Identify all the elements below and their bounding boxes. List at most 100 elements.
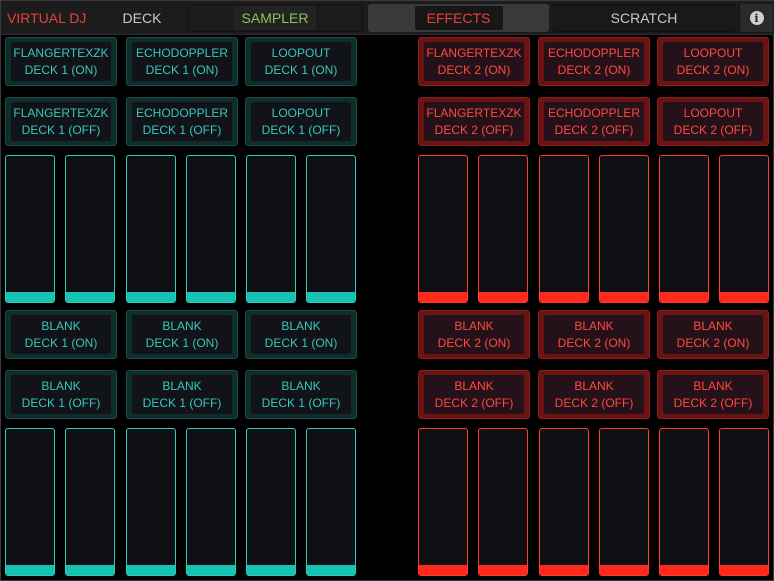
slider-fill [247, 291, 295, 302]
effect-button[interactable]: FLANGERTEXZK DECK 2 (OFF) [418, 97, 530, 146]
effects-page: VIRTUAL DJ DECK SAMPLER EFFECTS SCRATCH … [0, 0, 774, 581]
effect-name: FLANGERTEXZK [13, 105, 109, 120]
effect-slider[interactable] [186, 428, 236, 576]
tab-deck[interactable]: DECK [101, 4, 183, 32]
effect-button[interactable]: BLANK DECK 2 (OFF) [418, 370, 530, 419]
effect-deck-state: DECK 2 (ON) [557, 62, 631, 77]
effect-button[interactable]: LOOPOUT DECK 2 (OFF) [657, 97, 769, 146]
effect-slider[interactable] [5, 428, 55, 576]
effect-name: BLANK [574, 318, 614, 333]
effect-button[interactable]: BLANK DECK 1 (ON) [5, 310, 117, 359]
effect-slider[interactable] [65, 155, 115, 303]
effect-deck-state: DECK 1 (ON) [264, 335, 338, 350]
effect-name: BLANK [162, 378, 202, 393]
effect-slider[interactable] [65, 428, 115, 576]
effect-name: BLANK [41, 378, 81, 393]
effect-button[interactable]: BLANK DECK 2 (ON) [418, 310, 530, 359]
effect-slider[interactable] [719, 155, 769, 303]
effect-button-face: LOOPOUT DECK 2 (ON) [663, 42, 763, 81]
slider-fill [419, 291, 467, 302]
effect-button-face: BLANK DECK 1 (OFF) [132, 375, 232, 414]
effect-slider[interactable] [539, 155, 589, 303]
effect-button[interactable]: BLANK DECK 1 (OFF) [5, 370, 117, 419]
effect-name: FLANGERTEXZK [13, 45, 109, 60]
tab-scratch[interactable]: SCRATCH [553, 4, 735, 32]
effect-button[interactable]: ECHODOPPLER DECK 1 (ON) [126, 37, 238, 86]
effect-button[interactable]: LOOPOUT DECK 1 (OFF) [245, 97, 357, 146]
effect-slider[interactable] [478, 428, 528, 576]
effect-slider[interactable] [126, 155, 176, 303]
slider-fill [600, 564, 648, 575]
effect-slider[interactable] [719, 428, 769, 576]
effect-button[interactable]: ECHODOPPLER DECK 2 (OFF) [538, 97, 650, 146]
effect-name: LOOPOUT [683, 105, 743, 120]
effect-deck-state: DECK 2 (ON) [676, 62, 750, 77]
effect-name: ECHODOPPLER [547, 45, 641, 60]
effect-deck-state: DECK 1 (ON) [24, 62, 98, 77]
effect-slider[interactable] [659, 155, 709, 303]
effect-button[interactable]: FLANGERTEXZK DECK 1 (OFF) [5, 97, 117, 146]
effect-deck-state: DECK 2 (ON) [437, 62, 511, 77]
slider-fill [307, 564, 355, 575]
slider-fill [419, 564, 467, 575]
effect-name: BLANK [574, 378, 614, 393]
effect-button-face: FLANGERTEXZK DECK 1 (ON) [11, 42, 111, 81]
effect-slider[interactable] [599, 428, 649, 576]
effect-button-face: ECHODOPPLER DECK 2 (ON) [544, 42, 644, 81]
effect-button-face: BLANK DECK 2 (ON) [663, 315, 763, 354]
effect-button[interactable]: BLANK DECK 1 (OFF) [245, 370, 357, 419]
effect-name: BLANK [162, 318, 202, 333]
effect-slider[interactable] [478, 155, 528, 303]
effect-button-face: BLANK DECK 1 (ON) [11, 315, 111, 354]
effect-name: BLANK [693, 318, 733, 333]
effect-button[interactable]: FLANGERTEXZK DECK 1 (ON) [5, 37, 117, 86]
effect-button[interactable]: BLANK DECK 1 (ON) [245, 310, 357, 359]
tab-sampler-label: SAMPLER [234, 6, 316, 30]
effect-deck-state: DECK 1 (OFF) [142, 122, 222, 137]
effect-button[interactable]: FLANGERTEXZK DECK 2 (ON) [418, 37, 530, 86]
slider-fill [6, 291, 54, 302]
slider-fill [720, 291, 768, 302]
info-button[interactable]: i [739, 4, 773, 32]
effect-slider[interactable] [126, 428, 176, 576]
slider-fill [307, 291, 355, 302]
effect-button[interactable]: ECHODOPPLER DECK 1 (OFF) [126, 97, 238, 146]
effect-button[interactable]: LOOPOUT DECK 2 (ON) [657, 37, 769, 86]
effect-button-face: FLANGERTEXZK DECK 2 (OFF) [424, 102, 524, 141]
slider-fill [540, 291, 588, 302]
effect-slider[interactable] [246, 155, 296, 303]
effect-slider[interactable] [418, 428, 468, 576]
slider-fill [660, 291, 708, 302]
effect-button[interactable]: BLANK DECK 2 (ON) [538, 310, 650, 359]
effect-slider[interactable] [306, 428, 356, 576]
effect-slider[interactable] [418, 155, 468, 303]
effect-name: LOOPOUT [271, 105, 331, 120]
effect-button[interactable]: BLANK DECK 1 (OFF) [126, 370, 238, 419]
effect-slider[interactable] [306, 155, 356, 303]
effect-slider[interactable] [599, 155, 649, 303]
effect-slider[interactable] [5, 155, 55, 303]
slider-fill [127, 291, 175, 302]
effect-slider[interactable] [659, 428, 709, 576]
slider-fill [479, 291, 527, 302]
effect-deck-state: DECK 1 (OFF) [261, 395, 341, 410]
info-icon: i [749, 11, 764, 25]
effect-button-face: LOOPOUT DECK 1 (ON) [251, 42, 351, 81]
tab-sampler[interactable]: SAMPLER [187, 4, 363, 32]
effect-deck-state: DECK 2 (ON) [437, 335, 511, 350]
tab-effects[interactable]: EFFECTS [368, 4, 549, 32]
effect-button[interactable]: BLANK DECK 2 (OFF) [657, 370, 769, 419]
effect-deck-state: DECK 2 (OFF) [673, 395, 753, 410]
effect-button[interactable]: ECHODOPPLER DECK 2 (ON) [538, 37, 650, 86]
effect-slider[interactable] [186, 155, 236, 303]
effect-button[interactable]: LOOPOUT DECK 1 (ON) [245, 37, 357, 86]
effect-deck-state: DECK 2 (OFF) [434, 122, 514, 137]
effect-button[interactable]: BLANK DECK 2 (ON) [657, 310, 769, 359]
effect-button[interactable]: BLANK DECK 1 (ON) [126, 310, 238, 359]
effect-button[interactable]: BLANK DECK 2 (OFF) [538, 370, 650, 419]
effect-deck-state: DECK 1 (OFF) [142, 395, 222, 410]
effect-button-face: BLANK DECK 2 (OFF) [663, 375, 763, 414]
effect-slider[interactable] [246, 428, 296, 576]
effect-name: LOOPOUT [683, 45, 743, 60]
effect-slider[interactable] [539, 428, 589, 576]
